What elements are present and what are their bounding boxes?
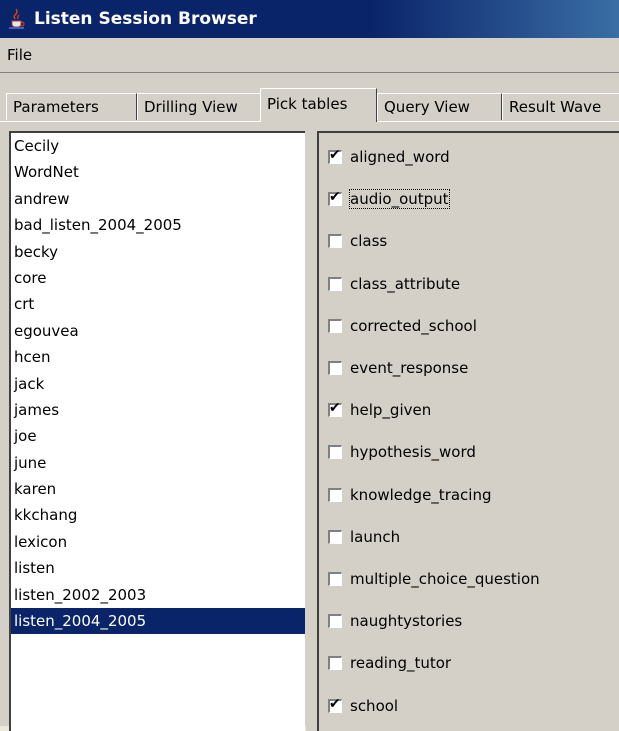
checkbox[interactable]: [328, 318, 342, 333]
checkbox[interactable]: ✔: [328, 695, 342, 713]
checkbox[interactable]: [328, 529, 342, 544]
checkbox[interactable]: [328, 234, 342, 249]
java-cup-icon: [9, 8, 25, 29]
list-item[interactable]: listen: [11, 555, 305, 581]
list-item[interactable]: listen_2002_2003: [11, 582, 305, 608]
checkbox[interactable]: ✔: [328, 400, 342, 418]
title-bar[interactable]: Listen Session Browser: [0, 0, 619, 38]
checkbox[interactable]: [328, 572, 342, 586]
list-item[interactable]: kkchang: [11, 502, 305, 528]
checkbox-label: class: [350, 232, 388, 251]
checkbox-label: event_response: [350, 359, 469, 377]
table-checkbox-row[interactable]: class: [328, 229, 387, 253]
tab-pick-tables[interactable]: Pick tables: [260, 88, 377, 122]
list-item[interactable]: becky: [11, 239, 305, 265]
checkbox-label: help_given: [350, 401, 432, 420]
table-checkbox-row[interactable]: naughtystories: [328, 609, 462, 633]
table-checkbox-row[interactable]: event_response: [328, 356, 468, 380]
checkbox-label: launch: [350, 527, 401, 546]
list-item[interactable]: core: [11, 265, 305, 291]
list-item[interactable]: hcen: [11, 344, 305, 370]
checkbox-label: class_attribute: [350, 274, 461, 293]
list-item[interactable]: listen_2004_2005: [11, 608, 305, 635]
checkmark-icon: ✔: [329, 695, 341, 712]
checkbox[interactable]: [328, 361, 342, 375]
tab-query-view[interactable]: Query View: [377, 93, 502, 120]
list-item[interactable]: egouvea: [11, 318, 305, 344]
checkbox[interactable]: [328, 656, 342, 671]
checkmark-icon: ✔: [329, 189, 341, 206]
table-checkbox-row[interactable]: reading_tutor: [328, 651, 451, 675]
list-item[interactable]: crt: [11, 291, 305, 317]
list-item[interactable]: Cecily: [11, 133, 305, 159]
tab-strip: Parameters Drilling View Pick tables Que…: [0, 73, 619, 122]
split-divider[interactable]: [306, 131, 317, 731]
database-list[interactable]: Cecily WordNet andrew bad_listen_2004_2005 b…: [9, 131, 305, 731]
checkbox-label: knowledge_tracing: [350, 485, 492, 504]
checkbox-label: hypothesis_word: [350, 443, 476, 462]
tab-drilling-view[interactable]: Drilling View: [137, 93, 261, 120]
checkbox-label: school: [350, 696, 399, 715]
checkbox-label: corrected_school: [350, 316, 477, 335]
tab-panel: Cecily WordNet andrew bad_listen_2004_2005 b…: [0, 121, 619, 731]
checkbox-label: reading_tutor: [350, 654, 452, 673]
checkbox[interactable]: [328, 614, 342, 629]
table-checkbox-row[interactable]: knowledge_tracing: [328, 483, 492, 507]
window-title: Listen Session Browser: [34, 9, 257, 29]
tab-result-wave[interactable]: Result Wave: [502, 93, 619, 120]
list-item[interactable]: bad_listen_2004_2005: [11, 212, 305, 238]
checkmark-icon: ✔: [329, 147, 341, 163]
menu-file[interactable]: File: [0, 46, 38, 64]
checkbox[interactable]: [328, 487, 342, 502]
tab-parameters[interactable]: Parameters: [6, 93, 137, 120]
checkbox[interactable]: [328, 276, 342, 291]
table-checkbox-row[interactable]: ✔ help_given: [328, 398, 431, 422]
checkbox-label: aligned_word: [350, 148, 450, 166]
checkbox[interactable]: ✔: [328, 189, 342, 207]
list-item[interactable]: WordNet: [11, 159, 305, 185]
table-checkbox-row[interactable]: launch: [328, 525, 400, 549]
checkbox-label: naughtystories: [350, 612, 463, 631]
list-item[interactable]: jack: [11, 371, 305, 397]
checkmark-icon: ✔: [329, 400, 341, 417]
list-item[interactable]: june: [11, 450, 305, 476]
checkbox[interactable]: [328, 445, 342, 460]
table-checkbox-row[interactable]: ✔ school: [328, 694, 398, 718]
table-checkbox-row[interactable]: corrected_school: [328, 314, 477, 338]
menu-bar: File: [0, 38, 619, 73]
table-checklist: ✔ aligned_word ✔ audio_outputclass class_att…: [317, 131, 619, 731]
list-item[interactable]: andrew: [11, 186, 305, 212]
checkbox[interactable]: ✔: [328, 147, 342, 164]
table-checkbox-row[interactable]: hypothesis_word: [328, 440, 476, 464]
checkbox-label: multiple_choice_question: [350, 570, 540, 588]
list-item[interactable]: james: [11, 397, 305, 423]
table-checkbox-row[interactable]: multiple_choice_question: [328, 567, 540, 591]
table-checkbox-row[interactable]: class_attribute: [328, 272, 460, 296]
table-checkbox-row[interactable]: ✔ aligned_word: [328, 145, 450, 169]
checkbox-label: audio_output: [349, 189, 450, 210]
list-item[interactable]: joe: [11, 423, 305, 449]
table-checkbox-row[interactable]: ✔ audio_output: [328, 187, 450, 211]
list-item[interactable]: karen: [11, 476, 305, 502]
list-item[interactable]: lexicon: [11, 529, 305, 555]
